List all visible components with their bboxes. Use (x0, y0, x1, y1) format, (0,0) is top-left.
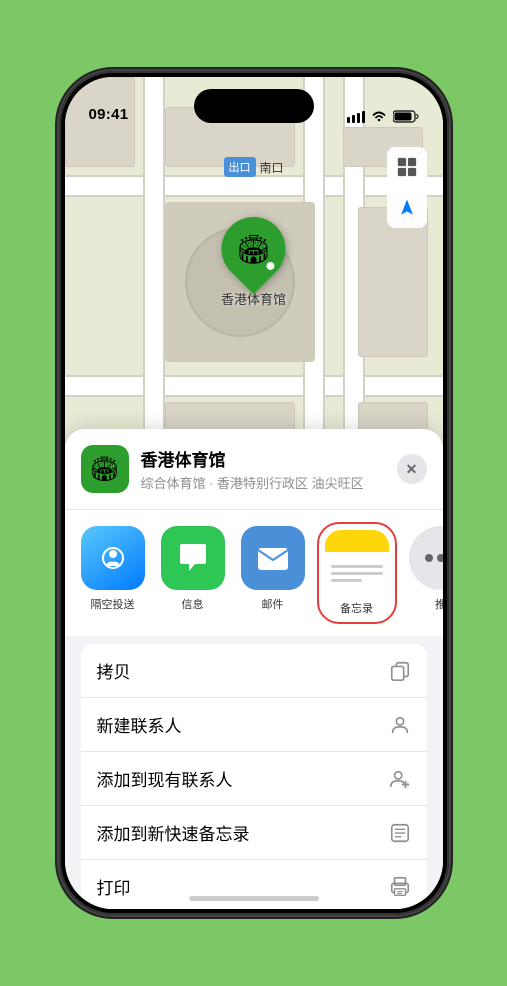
location-button[interactable] (387, 188, 427, 228)
location-name: 香港体育馆 (141, 446, 385, 471)
print-label: 打印 (97, 874, 131, 899)
more-label: 推 (435, 596, 443, 612)
map-label: 出口 南口 (223, 157, 283, 177)
map-view-button[interactable] (387, 147, 427, 187)
exit-tag: 出口 (223, 157, 255, 177)
mail-icon-bg (241, 526, 305, 590)
map-pin: 🏟 香港体育馆 (221, 217, 286, 308)
copy-label: 拷贝 (97, 658, 131, 683)
add-contact-icon (389, 768, 411, 790)
share-more[interactable]: 推 (409, 526, 443, 612)
notes-line-2 (331, 572, 383, 575)
message-label: 信息 (182, 596, 204, 612)
action-add-contact[interactable]: 添加到现有联系人 (81, 752, 427, 806)
share-airdrop[interactable]: 隔空投送 (81, 526, 145, 612)
dot-2 (437, 554, 443, 562)
action-new-contact[interactable]: 新建联系人 (81, 698, 427, 752)
mail-label: 邮件 (262, 596, 284, 612)
phone-frame: 09:41 (59, 71, 449, 915)
pin-icon: 🏟 (236, 233, 272, 266)
status-time: 09:41 (89, 106, 129, 123)
copy-icon (389, 660, 411, 682)
share-notes[interactable]: 备忘录 (321, 526, 393, 620)
share-mail[interactable]: 邮件 (241, 526, 305, 612)
airdrop-icon (81, 526, 145, 590)
bottom-sheet: 🏟 香港体育馆 综合体育馆 · 香港特别行政区 油尖旺区 ✕ (65, 429, 443, 909)
share-message[interactable]: 信息 (161, 526, 225, 612)
map-controls (387, 147, 427, 228)
quick-note-icon (389, 822, 411, 844)
new-contact-icon (389, 714, 411, 736)
location-header: 🏟 香港体育馆 综合体育馆 · 香港特别行政区 油尖旺区 ✕ (65, 429, 443, 510)
action-list: 拷贝 新建联系人 添加到现有联系人 (81, 644, 427, 909)
share-row: 隔空投送 信息 (65, 510, 443, 636)
more-dots (425, 554, 443, 562)
dot-1 (425, 554, 433, 562)
notes-label: 备忘录 (340, 600, 373, 616)
notes-line-1 (331, 565, 383, 568)
pin-circle: 🏟 (208, 204, 299, 295)
battery-icon (393, 110, 419, 123)
notes-icon-inner (325, 530, 389, 594)
airdrop-label: 隔空投送 (91, 596, 135, 612)
status-bar: 09:41 (65, 77, 443, 131)
new-contact-label: 新建联系人 (97, 712, 182, 737)
phone-screen: 09:41 (65, 77, 443, 909)
notes-lines (325, 552, 389, 594)
close-button[interactable]: ✕ (397, 454, 427, 484)
location-info: 香港体育馆 综合体育馆 · 香港特别行政区 油尖旺区 (141, 446, 385, 492)
home-indicator (189, 896, 319, 901)
exit-name: 南口 (259, 159, 283, 176)
signal-icon (347, 111, 365, 123)
quick-note-label: 添加到新快速备忘录 (97, 820, 250, 845)
message-icon-bg (161, 526, 225, 590)
status-icons (347, 110, 419, 123)
wifi-icon (371, 111, 387, 123)
action-print[interactable]: 打印 (81, 860, 427, 909)
notes-line-3 (331, 579, 362, 582)
action-quick-note[interactable]: 添加到新快速备忘录 (81, 806, 427, 860)
notes-header-bar (325, 530, 389, 552)
location-desc: 综合体育馆 · 香港特别行政区 油尖旺区 (141, 473, 385, 492)
location-icon: 🏟 (81, 445, 129, 493)
add-contact-label: 添加到现有联系人 (97, 766, 233, 791)
print-icon (389, 876, 411, 898)
more-icon-bg (409, 526, 443, 590)
notes-icon-bg (325, 530, 389, 594)
action-copy[interactable]: 拷贝 (81, 644, 427, 698)
